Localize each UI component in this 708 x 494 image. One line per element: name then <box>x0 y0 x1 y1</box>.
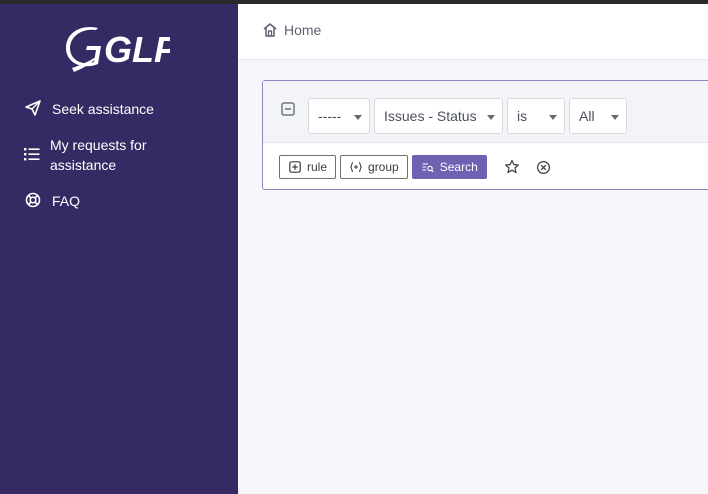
search-button[interactable]: Search <box>411 155 487 179</box>
search-value-select[interactable]: All <box>569 98 627 134</box>
sidebar: GLPI Seek assistance My requests for ass… <box>0 4 238 494</box>
chevron-down-icon <box>354 115 362 120</box>
sidebar-item-label: Seek assistance <box>52 101 154 117</box>
search-operator-select[interactable]: is <box>507 98 565 134</box>
search-field-select-value: ----- <box>318 108 342 124</box>
chevron-down-icon <box>487 115 495 120</box>
sidebar-item-faq[interactable]: FAQ <box>24 191 80 211</box>
breadcrumb-home[interactable]: Home <box>262 22 321 38</box>
page-header: Home <box>238 4 708 60</box>
breadcrumb-label: Home <box>284 22 322 38</box>
chevron-down-icon <box>549 115 557 120</box>
search-button-label: Search <box>439 160 478 174</box>
sidebar-item-my-requests[interactable]: My requests for assistance <box>24 135 194 175</box>
star-icon <box>504 159 519 174</box>
glpi-logo[interactable]: GLPI <box>66 24 170 74</box>
sidebar-item-label: My requests for assistance <box>50 137 147 173</box>
braces-plus-icon <box>350 161 363 173</box>
search-item-select-value: Issues - Status <box>384 108 477 124</box>
sidebar-item-label: FAQ <box>52 193 81 209</box>
search-value-select-value: All <box>579 108 595 124</box>
close-circle-icon <box>537 160 551 174</box>
add-group-label: group <box>368 160 399 174</box>
search-list-icon <box>422 163 434 173</box>
home-icon <box>263 23 277 37</box>
add-rule-button[interactable]: rule <box>279 155 337 179</box>
add-rule-label: rule <box>307 160 328 174</box>
lifebuoy-icon <box>24 191 42 209</box>
logo-text: GLPI <box>104 29 170 70</box>
reset-search-button[interactable] <box>533 156 555 178</box>
add-group-button[interactable]: group <box>340 155 408 179</box>
search-criteria-row: ----- Issues - Status is All <box>263 81 708 143</box>
search-operator-select-value: is <box>517 108 528 124</box>
plus-square-icon <box>289 161 301 173</box>
search-form: ----- Issues - Status is All rule group … <box>262 80 708 190</box>
send-icon <box>24 99 42 117</box>
sidebar-item-seek-assistance[interactable]: Seek assistance <box>24 99 154 119</box>
search-item-select[interactable]: Issues - Status <box>374 98 503 134</box>
chevron-down-icon <box>611 115 619 120</box>
search-actions: rule group Search <box>279 155 555 179</box>
search-field-select[interactable]: ----- <box>308 98 370 134</box>
save-search-button[interactable] <box>501 156 523 178</box>
collapse-icon[interactable] <box>281 102 295 116</box>
list-icon <box>24 145 40 163</box>
